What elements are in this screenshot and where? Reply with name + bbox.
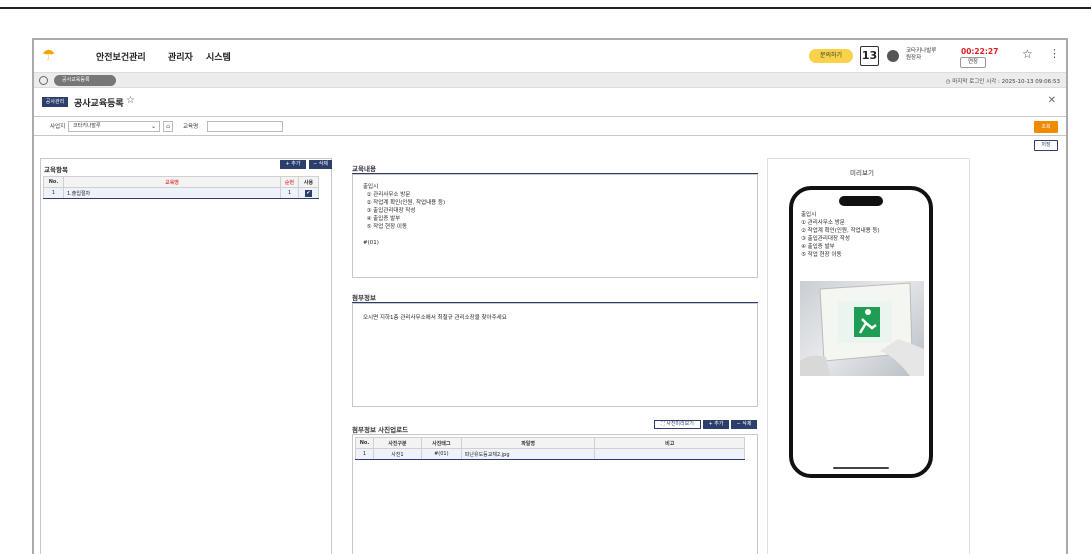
nav-safety[interactable]: 안전보건관리 bbox=[96, 50, 146, 63]
extend-session-button[interactable]: 연장 bbox=[960, 57, 986, 68]
photo-table-box: No. 사진구분 사진태그 파일명 비고 1 사진1 #(01) 피난유도등교체… bbox=[352, 434, 758, 554]
umbrella-logo-icon[interactable]: ☂ bbox=[42, 47, 58, 63]
col-photo-type: 사진구분 bbox=[372, 437, 422, 449]
page-title: 공사교육등록 bbox=[74, 99, 124, 109]
exit-sign-image bbox=[800, 282, 924, 376]
title-bar: 공사관리 공사교육등록 ☆ ✕ bbox=[34, 90, 1066, 114]
last-login-text: ◷ 마지막 로그인 시각 : 2025-10-13 09:06:53 bbox=[945, 79, 1060, 85]
phone-home-bar bbox=[833, 467, 889, 469]
row-file-name[interactable]: 피난유도등교체2.jpg bbox=[460, 448, 596, 460]
save-button[interactable]: 저장 bbox=[1034, 140, 1058, 151]
tab-bar: 공사교육등록 ◷ 마지막 로그인 시각 : 2025-10-13 09:06:5… bbox=[34, 72, 1066, 88]
extra-title: 첨부정보 bbox=[352, 294, 376, 302]
home-icon[interactable]: ⌂ bbox=[163, 121, 173, 132]
star-icon[interactable]: ☆ bbox=[1022, 47, 1033, 61]
table-row[interactable]: 1 1.출입절차 1 ✔ bbox=[43, 187, 319, 199]
content-box[interactable]: 출입시 ① 관리사무소 방문 ② 작업계 확인(인원, 작업내용 등) ③ 출입… bbox=[352, 174, 758, 278]
row-note[interactable] bbox=[594, 448, 745, 460]
extra-box[interactable]: 오시면 지하1층 관리사무소에서 최철규 관리소장을 찾아주세요 bbox=[352, 303, 758, 407]
top-border bbox=[0, 0, 1091, 9]
edu-name-label: 교육명 bbox=[183, 124, 199, 130]
col-note: 비고 bbox=[594, 437, 745, 449]
user-role: 원장자 bbox=[906, 55, 922, 61]
edu-name-input[interactable] bbox=[207, 121, 283, 132]
col-photo-tag: 사진태그 bbox=[420, 437, 462, 449]
preview-text: 출입시 ① 관리사무소 방문 ② 작업계 확인(인원, 작업내용 등) ③ 출입… bbox=[801, 212, 880, 258]
preview-title: 미리보기 bbox=[850, 169, 874, 177]
extra-text: 오시면 지하1층 관리사무소에서 최철규 관리소장을 찾아주세요 bbox=[363, 315, 507, 321]
row-no: 1 bbox=[355, 448, 374, 460]
site-select-value: 코타키나발루 bbox=[73, 123, 101, 129]
col-use: 사용 bbox=[298, 176, 319, 188]
edu-table-header: No. 교육명 순번 사용 bbox=[43, 176, 319, 188]
row-photo-type: 사진1 bbox=[372, 448, 422, 460]
row-edu-name[interactable]: 1.출입절차 bbox=[62, 187, 282, 199]
content-title: 교육내용 bbox=[352, 165, 376, 173]
edu-list-panel: 교육항목 + 추가 − 삭제 No. 교육명 순번 사용 1 1.출입절차 1 … bbox=[40, 158, 332, 554]
col-no: No. bbox=[355, 437, 374, 449]
table-row[interactable]: 1 사진1 #(01) 피난유도등교체2.jpg bbox=[355, 448, 745, 460]
photo-delete-button[interactable]: − 삭제 bbox=[731, 420, 757, 429]
edu-table: No. 교육명 순번 사용 1 1.출입절차 1 ✔ bbox=[43, 176, 319, 199]
filter-bar: 사업지 코타키나발루 ⌄ ⌂ 교육명 조회 bbox=[34, 116, 1066, 136]
edu-delete-button[interactable]: − 삭제 bbox=[309, 160, 332, 169]
preview-photo bbox=[800, 281, 924, 376]
photo-upload-title: 첨부정보 사진업로드 bbox=[352, 426, 409, 434]
calendar-icon[interactable]: 13 bbox=[860, 46, 879, 66]
phone-notch bbox=[839, 196, 883, 206]
last-login-value: 마지막 로그인 시각 : 2025-10-13 09:06:53 bbox=[952, 79, 1060, 85]
col-no: No. bbox=[43, 176, 64, 188]
photo-add-button[interactable]: + 추가 bbox=[703, 420, 729, 429]
tab-edu-register[interactable]: 공사교육등록 bbox=[54, 75, 116, 86]
phone-mockup: 출입시 ① 관리사무소 방문 ② 작업계 확인(인원, 작업내용 등) ③ 출입… bbox=[789, 186, 933, 478]
row-no: 1 bbox=[43, 187, 64, 199]
photo-preview-button[interactable]: ⛶ 사진미리보기 bbox=[654, 420, 701, 429]
category-badge: 공사관리 bbox=[42, 97, 68, 107]
col-order: 순번 bbox=[280, 176, 300, 188]
user-info: 코타키나발루 원장자 bbox=[906, 48, 936, 62]
favorite-star-icon[interactable]: ☆ bbox=[126, 95, 135, 106]
photo-table-header: No. 사진구분 사진태그 파일명 비고 bbox=[355, 437, 745, 449]
kebab-menu-icon[interactable]: ⋮ bbox=[1049, 47, 1060, 60]
inquiry-button[interactable]: 문의하기 bbox=[809, 49, 853, 63]
close-icon[interactable]: ✕ bbox=[1048, 95, 1056, 106]
site-label: 사업지 bbox=[50, 124, 66, 130]
edu-list-title: 교육항목 bbox=[44, 166, 68, 174]
chevron-down-icon: ⌄ bbox=[150, 123, 156, 130]
search-button[interactable]: 조회 bbox=[1034, 121, 1058, 133]
tab-control-icon[interactable] bbox=[39, 76, 48, 85]
nav-admin[interactable]: 관리자 bbox=[168, 50, 193, 63]
app-window: ☂ 안전보건관리 관리자 시스템 문의하기 13 코타키나발루 원장자 00:2… bbox=[32, 38, 1068, 554]
edu-add-button[interactable]: + 추가 bbox=[280, 160, 306, 169]
user-site: 코타키나발루 bbox=[906, 48, 937, 54]
col-file-name: 파일명 bbox=[460, 437, 596, 449]
photo-table: No. 사진구분 사진태그 파일명 비고 1 사진1 #(01) 피난유도등교체… bbox=[355, 437, 745, 460]
site-select[interactable]: 코타키나발루 ⌄ bbox=[68, 121, 160, 132]
use-checkbox[interactable]: ✔ bbox=[305, 189, 312, 197]
col-edu-name: 교육명 bbox=[62, 176, 282, 188]
app-header: ☂ 안전보건관리 관리자 시스템 문의하기 13 코타키나발루 원장자 00:2… bbox=[34, 40, 1066, 72]
row-order: 1 bbox=[280, 187, 300, 199]
session-timer: 00:22:27 bbox=[961, 47, 999, 56]
row-use-cell: ✔ bbox=[298, 187, 319, 199]
nav-system[interactable]: 시스템 bbox=[206, 50, 231, 63]
photo-preview-label: 사진미리보기 bbox=[666, 421, 694, 427]
user-avatar-icon[interactable] bbox=[887, 50, 899, 62]
content-text: 출입시 ① 관리사무소 방문 ② 작업계 확인(인원, 작업내용 등) ③ 출입… bbox=[363, 184, 446, 246]
row-photo-tag: #(01) bbox=[420, 448, 462, 460]
